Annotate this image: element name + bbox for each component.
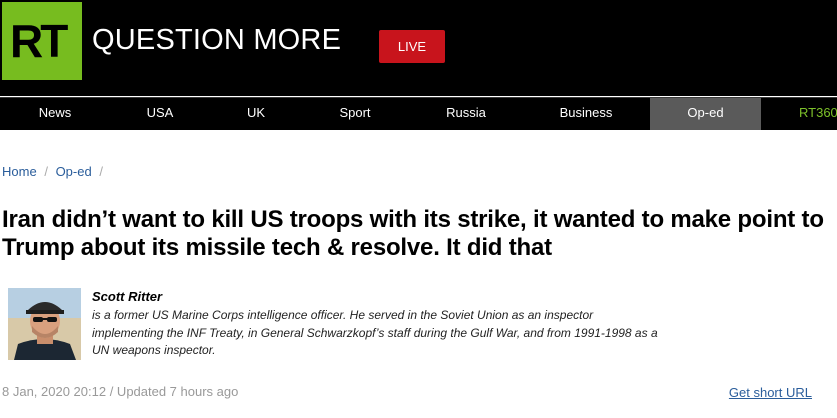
nav-item-business[interactable]: Business — [546, 98, 626, 130]
nav-item-op-ed[interactable]: Op-ed — [650, 98, 761, 130]
article-headline: Iran didn’t want to kill US troops with … — [2, 206, 824, 261]
breadcrumb-op-ed[interactable]: Op-ed — [56, 164, 92, 179]
breadcrumb-separator: / — [99, 164, 103, 179]
nav-item-rt360[interactable]: RT360 — [799, 98, 837, 130]
get-short-url-link[interactable]: Get short URL — [729, 385, 812, 401]
author-bio: is a former US Marine Corps intelligence… — [92, 308, 658, 357]
live-button[interactable]: LIVE — [379, 30, 445, 63]
rt-logo[interactable]: RT — [2, 2, 82, 80]
site-slogan: QUESTION MORE — [92, 24, 342, 56]
nav-item-usa[interactable]: USA — [125, 98, 195, 130]
author-photo-image — [8, 288, 81, 360]
rt-logo-text: RT — [10, 15, 68, 67]
article-date: 8 Jan, 2020 20:12 / Updated 7 hours ago — [2, 384, 239, 399]
author-avatar[interactable] — [8, 288, 81, 360]
nav-item-uk[interactable]: UK — [224, 98, 288, 130]
breadcrumb-separator: / — [44, 164, 48, 179]
nav-item-russia[interactable]: Russia — [427, 98, 505, 130]
nav-item-sport[interactable]: Sport — [320, 98, 390, 130]
breadcrumb-home[interactable]: Home — [2, 164, 37, 179]
site-header: RT QUESTION MORE LIVE — [0, 0, 837, 96]
breadcrumb: Home / Op-ed / — [2, 164, 107, 180]
nav-item-news[interactable]: News — [18, 98, 92, 130]
author-name[interactable]: Scott Ritter — [92, 289, 162, 304]
main-nav: News USA UK Sport Russia Business Op-ed … — [0, 97, 837, 130]
